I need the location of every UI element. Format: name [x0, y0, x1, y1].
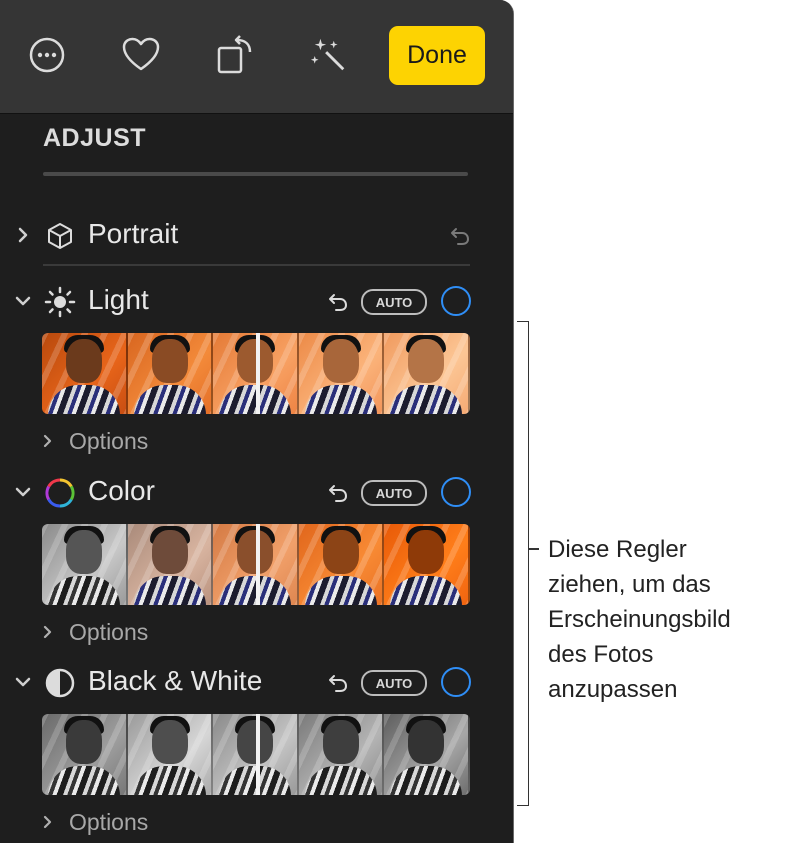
- section-portrait[interactable]: Portrait: [0, 216, 513, 256]
- auto-button[interactable]: AUTO: [361, 480, 427, 506]
- sun-icon: [44, 286, 76, 318]
- magic-wand-icon[interactable]: [309, 35, 349, 75]
- strip-frame: [42, 524, 128, 605]
- adjust-sidebar: Done ADJUST Portrait Light AUTO Options: [0, 0, 514, 843]
- section-label: Black & White: [88, 665, 263, 696]
- more-icon[interactable]: [27, 35, 67, 75]
- options-label: Options: [69, 428, 149, 454]
- color-slider-strip[interactable]: [42, 524, 470, 605]
- callout-text: Diese Regler ziehen, um das Erscheinungs…: [548, 532, 788, 707]
- strip-frame: [384, 714, 470, 795]
- strip-frame: [42, 714, 128, 795]
- cube-icon: [48, 223, 72, 249]
- strip-frame: [127, 714, 214, 795]
- enable-toggle[interactable]: [441, 667, 471, 697]
- strip-frame: [127, 333, 214, 414]
- chevron-right-icon[interactable]: [12, 224, 34, 246]
- enable-toggle[interactable]: [441, 477, 471, 507]
- strip-frame: [384, 333, 470, 414]
- chevron-down-icon[interactable]: [12, 671, 34, 693]
- chevron-down-icon[interactable]: [12, 290, 34, 312]
- callout-line: ziehen, um das: [548, 571, 711, 598]
- half-circle-icon: [45, 668, 75, 698]
- light-slider-strip[interactable]: [42, 333, 470, 414]
- callout-leader: [529, 548, 539, 550]
- enable-toggle[interactable]: [441, 286, 471, 316]
- callout-line: Diese Regler: [548, 536, 687, 563]
- undo-icon[interactable]: [448, 224, 472, 248]
- slider-handle[interactable]: [256, 524, 260, 605]
- undo-icon[interactable]: [326, 290, 350, 314]
- section-label: Light: [88, 284, 149, 315]
- rotate-icon[interactable]: [215, 35, 255, 75]
- chevron-right-icon[interactable]: [40, 624, 56, 640]
- slider-handle[interactable]: [256, 333, 260, 414]
- bw-slider-strip[interactable]: [42, 714, 470, 795]
- strip-frame: [42, 333, 128, 414]
- undo-icon[interactable]: [326, 671, 350, 695]
- section-color[interactable]: Color AUTO: [0, 473, 513, 513]
- adjust-heading: ADJUST: [43, 124, 147, 152]
- chevron-right-icon[interactable]: [40, 433, 56, 449]
- section-divider: [43, 264, 470, 266]
- chevron-right-icon[interactable]: [40, 814, 56, 830]
- auto-button[interactable]: AUTO: [361, 670, 427, 696]
- options-label: Options: [69, 809, 149, 835]
- heart-icon[interactable]: [121, 35, 161, 75]
- callout-line: des Fotos: [548, 641, 654, 668]
- toolbar: Done: [0, 0, 513, 114]
- callout-line: Erscheinungsbild: [548, 606, 731, 633]
- slider-handle[interactable]: [256, 714, 260, 795]
- strip-frame: [298, 333, 385, 414]
- undo-icon[interactable]: [326, 481, 350, 505]
- section-label: Portrait: [88, 218, 179, 249]
- color-wheel-icon: [45, 478, 75, 508]
- strip-frame: [298, 714, 385, 795]
- options-label: Options: [69, 619, 149, 645]
- chevron-down-icon[interactable]: [12, 481, 34, 503]
- section-light[interactable]: Light AUTO: [0, 282, 513, 322]
- callout-bracket: [517, 321, 529, 806]
- callout-line: anzupassen: [548, 676, 678, 703]
- done-button[interactable]: Done: [389, 26, 485, 85]
- strip-frame: [298, 524, 385, 605]
- auto-button[interactable]: AUTO: [361, 289, 427, 315]
- adjust-divider: [43, 172, 468, 176]
- strip-frame: [127, 524, 214, 605]
- section-label: Color: [88, 475, 155, 506]
- section-black-white[interactable]: Black & White AUTO: [0, 663, 513, 703]
- strip-frame: [384, 524, 470, 605]
